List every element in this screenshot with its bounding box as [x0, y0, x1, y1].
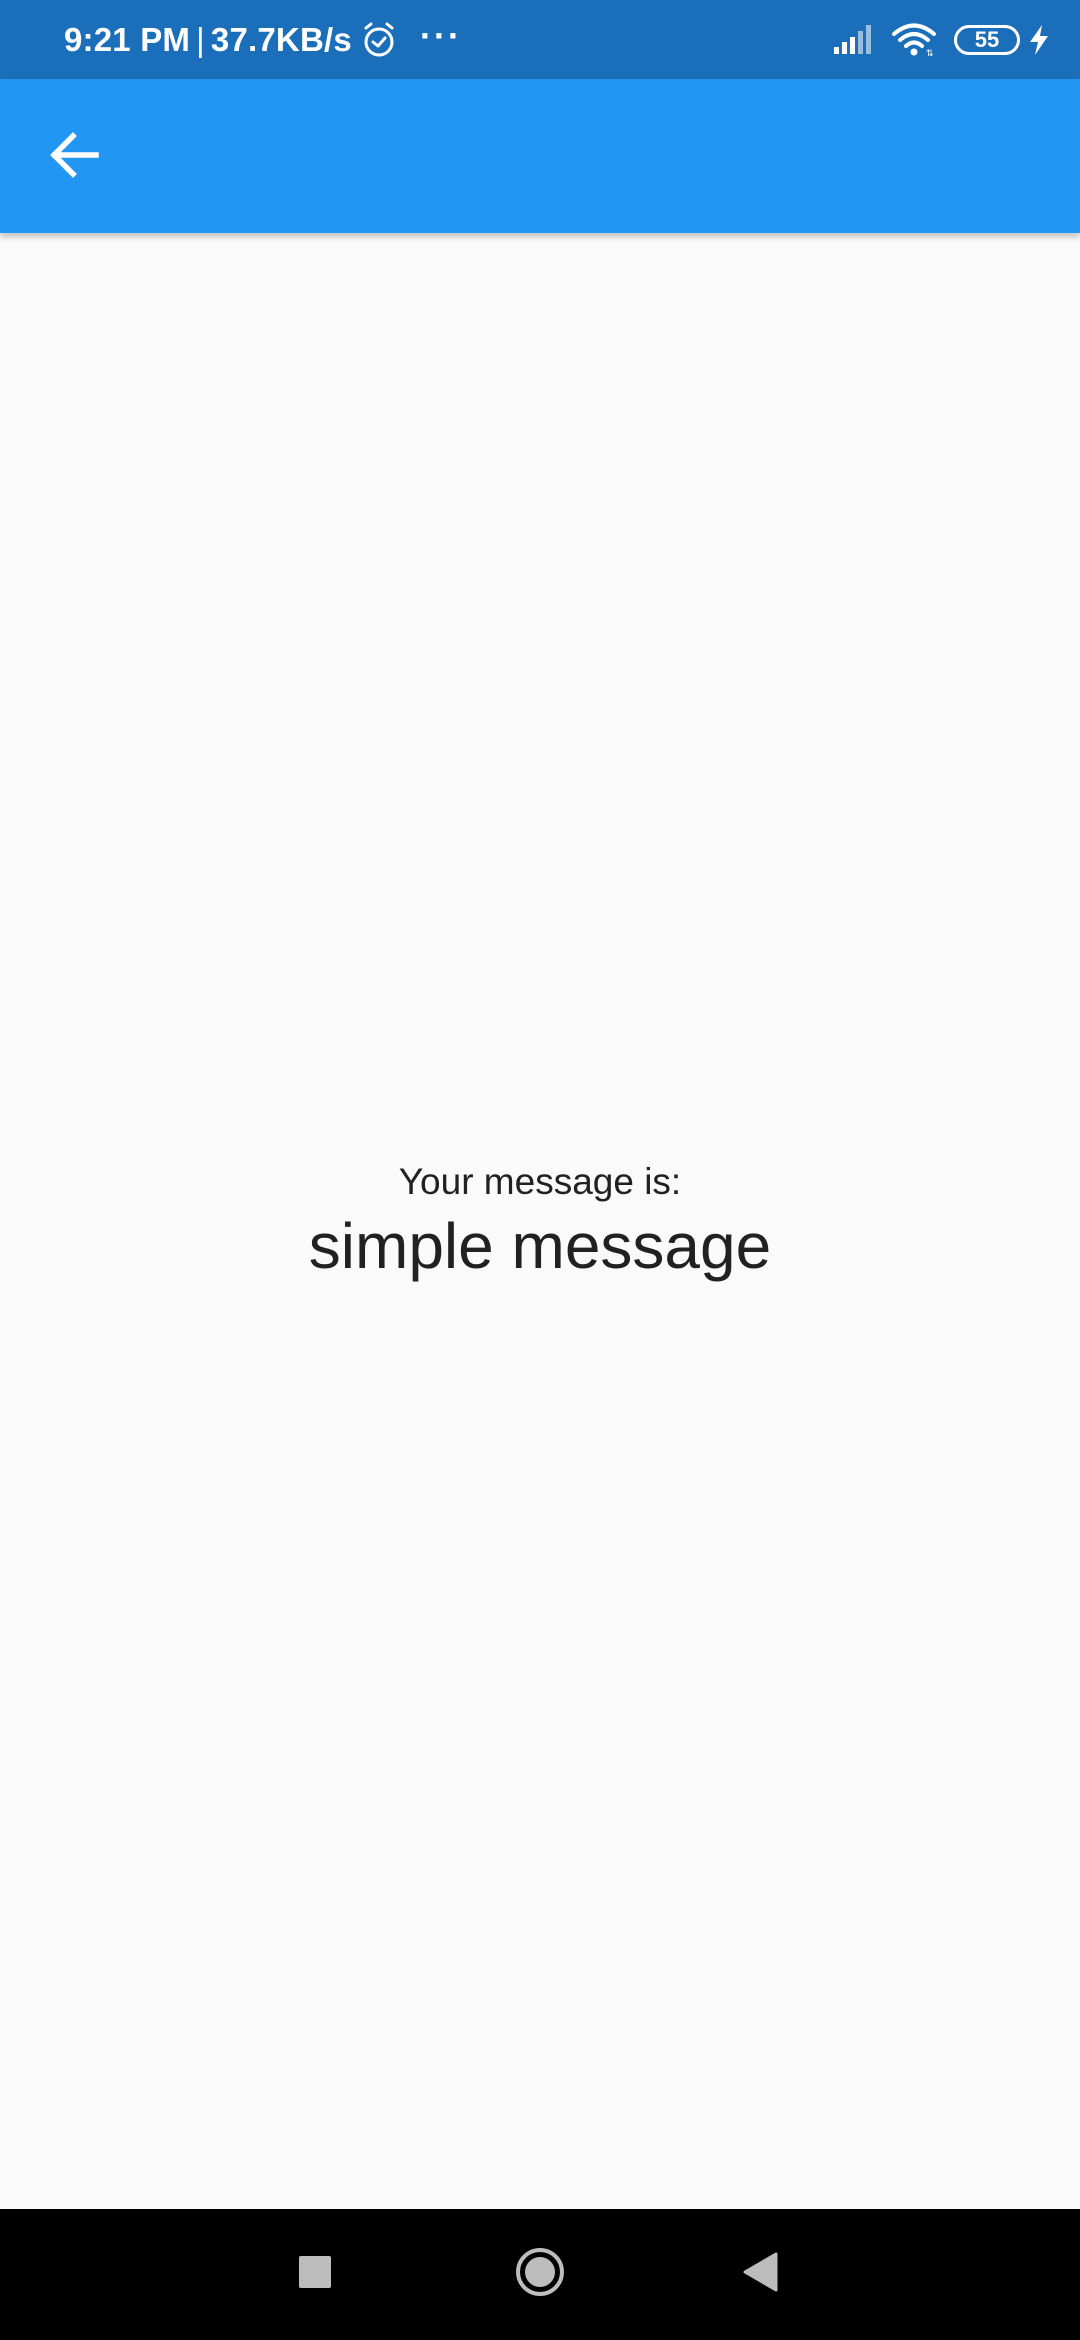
arrow-back-icon	[49, 131, 99, 183]
app-bar	[0, 79, 1080, 233]
wifi-icon: ⇅	[892, 23, 936, 57]
message-block: Your message is: simple message	[0, 1159, 1080, 1285]
content-area: Your message is: simple message	[0, 233, 1080, 2209]
charging-bolt-icon	[1028, 24, 1050, 55]
status-right: ⇅ 55	[834, 0, 1050, 79]
svg-text:⇅: ⇅	[926, 49, 934, 57]
status-time: 9:21 PM	[64, 20, 191, 58]
back-button[interactable]	[32, 115, 116, 199]
status-bar: 9:21 PM | 37.7KB/s ··· ⇅ 55	[0, 0, 1080, 79]
message-text: simple message	[308, 1210, 772, 1282]
cellular-signal-icon	[834, 24, 876, 55]
screen: 9:21 PM | 37.7KB/s ··· ⇅ 55 Your message…	[0, 0, 1080, 2340]
back-nav-button[interactable]	[700, 2209, 820, 2340]
home-circle-icon	[514, 2246, 566, 2303]
network-speed: 37.7KB/s	[210, 20, 352, 58]
navigation-bar	[0, 2209, 1080, 2340]
recents-button[interactable]	[255, 2209, 375, 2340]
message-label: Your message is:	[398, 1161, 682, 1202]
battery-icon: 55	[954, 24, 1020, 55]
more-notifications-icon: ···	[419, 14, 462, 56]
recents-square-icon	[298, 2255, 332, 2294]
home-button[interactable]	[480, 2209, 600, 2340]
status-separator: |	[196, 20, 205, 58]
back-triangle-icon	[742, 2252, 778, 2297]
alarm-icon	[360, 21, 398, 59]
status-left: 9:21 PM | 37.7KB/s ···	[64, 0, 462, 79]
